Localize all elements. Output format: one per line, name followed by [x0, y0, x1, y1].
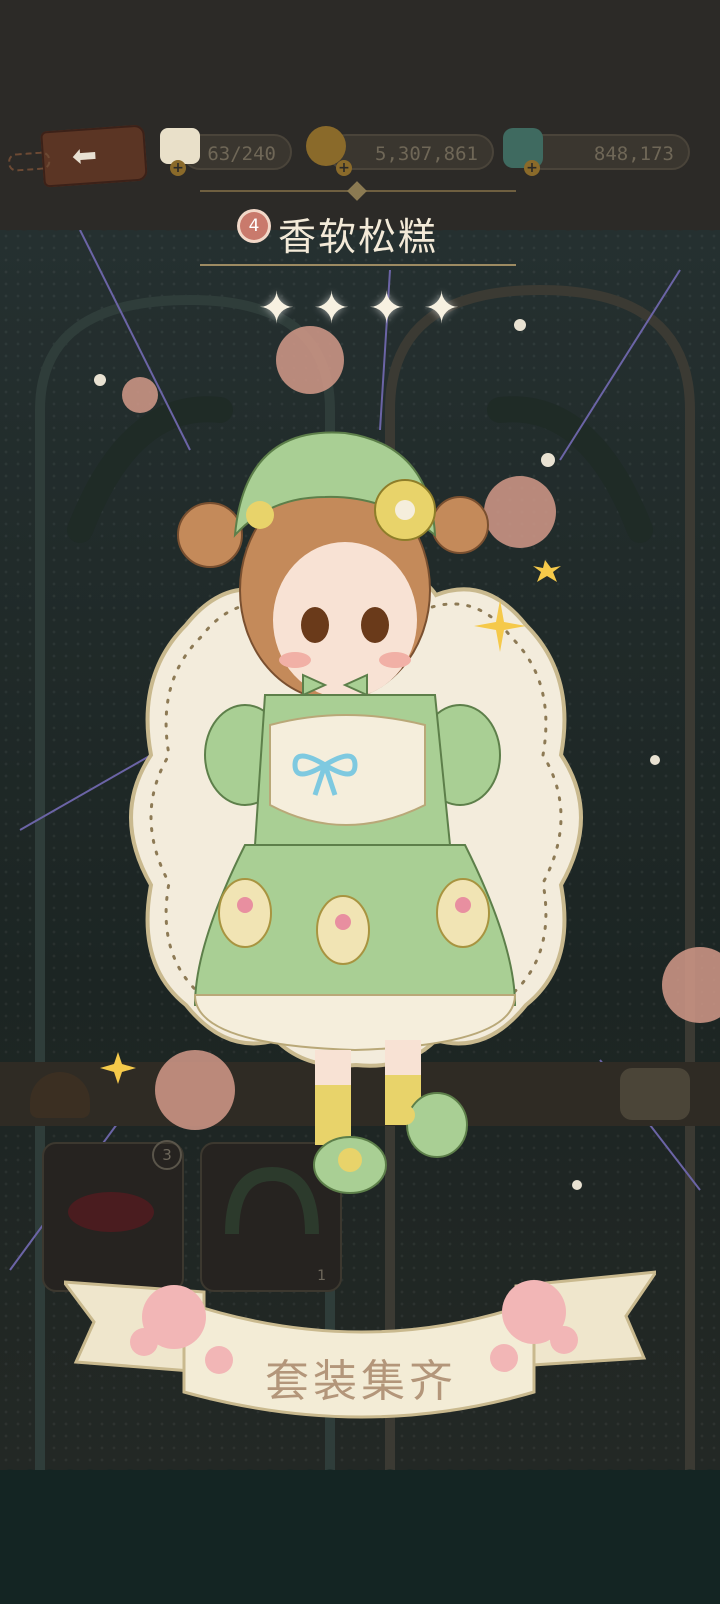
- screen: ⬅ 63/240 + 5,307,861 + 848,173 + 4 香软松糕 …: [0, 0, 720, 1604]
- outfit-complete-label: 套装集齐: [265, 1356, 457, 1407]
- bottom-band: [0, 1460, 720, 1604]
- character-doll: [177, 431, 517, 1194]
